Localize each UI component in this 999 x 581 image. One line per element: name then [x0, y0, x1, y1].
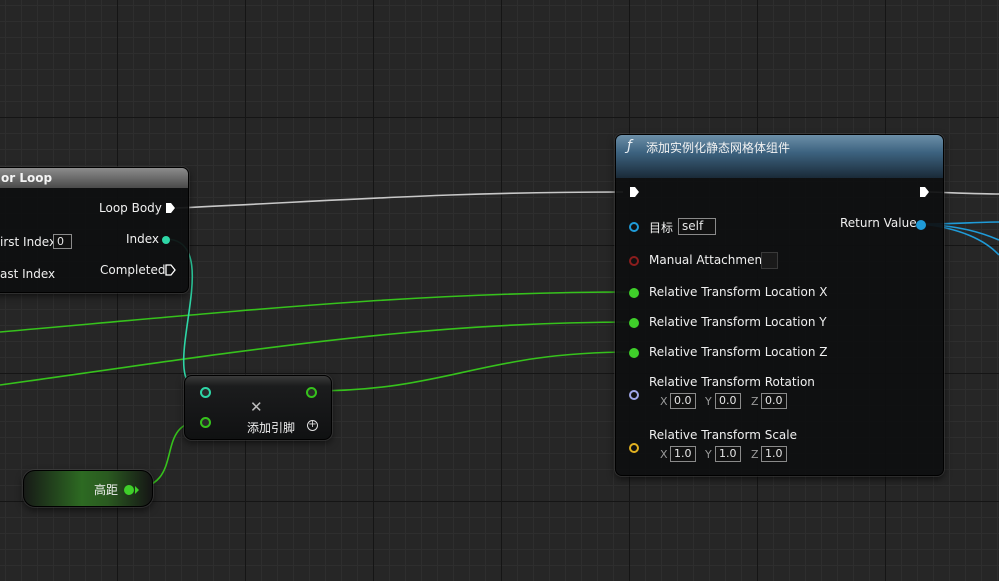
loop-body-exec-pin[interactable] [165, 202, 176, 214]
height-pin-arrow [135, 486, 139, 494]
exec-input-pin[interactable] [629, 186, 640, 198]
location-x-label: Relative Transform Location X [649, 285, 828, 299]
rotation-z-input[interactable]: 0.0 [761, 393, 787, 409]
for-loop-title: or Loop [1, 171, 53, 185]
return-value-label: Return Value [840, 216, 917, 230]
height-output-pin[interactable] [124, 485, 134, 495]
location-x-pin[interactable] [629, 288, 639, 298]
rotation-z-axis-label: Z [751, 395, 759, 408]
wire-array-out-to-location-z[interactable] [310, 351, 634, 392]
function-node-title: 添加实例化静态网格体组件 [646, 141, 791, 155]
scale-z-axis-label: Z [751, 448, 759, 461]
rotation-x-axis-label: X [660, 395, 668, 408]
scale-x-input[interactable]: 1.0 [670, 446, 696, 462]
rotation-pin[interactable] [629, 390, 639, 400]
scale-label: Relative Transform Scale [649, 428, 797, 442]
manual-attachment-checkbox[interactable] [761, 252, 778, 269]
height-variable-label: 高距 [94, 483, 119, 497]
target-input[interactable]: self [678, 218, 716, 235]
completed-exec-pin[interactable] [165, 264, 176, 276]
completed-label: Completed [100, 263, 166, 277]
return-value-pin[interactable] [916, 220, 926, 230]
add-pin-icon[interactable]: + [307, 420, 318, 431]
height-variable-node[interactable]: 高距 [23, 470, 153, 507]
scale-x-axis-label: X [660, 448, 668, 461]
wire-to-location-x[interactable] [0, 291, 634, 333]
location-y-label: Relative Transform Location Y [649, 315, 827, 329]
location-z-pin[interactable] [629, 348, 639, 358]
rotation-x-input[interactable]: 0.0 [670, 393, 696, 409]
scale-pin[interactable] [629, 443, 639, 453]
scale-y-axis-label: Y [705, 448, 712, 461]
target-label: 目标 [649, 221, 674, 235]
index-output-pin[interactable] [162, 236, 170, 244]
rotation-label: Relative Transform Rotation [649, 375, 815, 389]
for-loop-node[interactable]: or Loop Loop Body irst Index 0 Index ast… [0, 167, 189, 293]
array-input-pin-0[interactable] [200, 387, 211, 398]
location-y-pin[interactable] [629, 318, 639, 328]
array-output-pin[interactable] [306, 387, 317, 398]
index-label: Index [126, 232, 160, 246]
function-icon: ƒ [627, 138, 632, 154]
add-instanced-mesh-node[interactable]: ƒ 添加实例化静态网格体组件 目标 self Return Value Manu… [615, 134, 944, 476]
array-input-pin-1[interactable] [200, 417, 211, 428]
rotation-y-input[interactable]: 0.0 [715, 393, 741, 409]
exec-output-pin[interactable] [919, 186, 930, 198]
manual-attachment-pin[interactable] [629, 256, 639, 266]
remove-icon[interactable]: ✕ [250, 398, 263, 416]
manual-attachment-label: Manual Attachment [649, 253, 767, 267]
function-node-header: ƒ 添加实例化静态网格体组件 [616, 135, 943, 178]
location-z-label: Relative Transform Location Z [649, 345, 828, 359]
add-pin-label[interactable]: 添加引脚 [247, 419, 295, 436]
for-loop-header: or Loop [0, 168, 188, 188]
rotation-y-axis-label: Y [705, 395, 712, 408]
last-index-label: ast Index [0, 267, 56, 281]
target-input-pin[interactable] [629, 222, 639, 232]
loop-body-label: Loop Body [99, 201, 162, 215]
first-index-input[interactable]: 0 [53, 234, 72, 249]
scale-y-input[interactable]: 1.0 [715, 446, 741, 462]
exec-wire-loop-body[interactable] [175, 191, 624, 209]
first-index-label: irst Index [0, 235, 57, 249]
scale-z-input[interactable]: 1.0 [761, 446, 787, 462]
make-array-node[interactable]: ✕ 添加引脚 + [184, 375, 332, 440]
